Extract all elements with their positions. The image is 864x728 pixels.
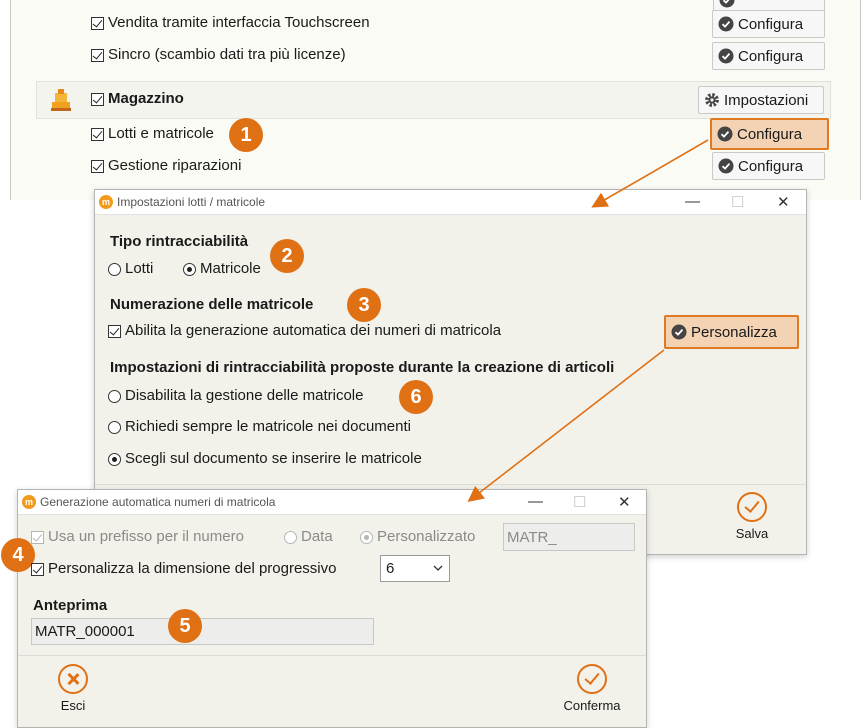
- exit-button[interactable]: Esci: [48, 664, 98, 713]
- sync-configure-label: Configura: [738, 47, 804, 65]
- confirm-check-icon: [577, 664, 607, 694]
- dialog-titlebar: m Generazione automatica numeri di matri…: [18, 490, 646, 515]
- step-badge-6: 6: [399, 380, 433, 414]
- check-circle-icon: [718, 16, 734, 32]
- close-icon[interactable]: ✕: [777, 193, 790, 211]
- check-circle-icon: [717, 126, 733, 142]
- save-check-icon: [737, 492, 767, 522]
- touchscreen-label: Vendita tramite interfaccia Touchscreen: [108, 14, 370, 31]
- sync-checkbox[interactable]: [91, 49, 104, 62]
- minimize-icon[interactable]: —: [685, 193, 700, 210]
- warehouse-label: Magazzino: [108, 90, 184, 107]
- progressive-size-select[interactable]: 6: [380, 555, 450, 582]
- check-circle-icon: [718, 158, 734, 174]
- step-badge-1: 1: [229, 118, 263, 152]
- check-circle-icon: [671, 324, 687, 340]
- lots-serials-label: Lotti e matricole: [108, 125, 214, 142]
- prefix-checkbox[interactable]: [31, 531, 44, 544]
- serial-generation-dialog: m Generazione automatica numeri di matri…: [1, 489, 647, 728]
- app-logo-icon: m: [99, 195, 113, 209]
- close-icon[interactable]: ✕: [618, 493, 631, 511]
- serials-radio-label: Matricole: [200, 260, 261, 277]
- confirm-button[interactable]: Conferma: [555, 664, 629, 713]
- serials-radio[interactable]: [183, 263, 196, 276]
- warehouse-settings-label: Impostazioni: [724, 91, 809, 109]
- check-circle-icon: [718, 48, 734, 64]
- lots-serials-configure-button[interactable]: Configura: [710, 118, 829, 150]
- step-badge-5: 5: [168, 609, 202, 643]
- exit-label: Esci: [60, 698, 86, 713]
- app-logo-icon: m: [22, 495, 36, 509]
- footer-divider: [18, 655, 646, 656]
- custom-radio[interactable]: [360, 531, 373, 544]
- lots-radio[interactable]: [108, 263, 121, 276]
- preview-value: MATR_000001: [35, 623, 135, 640]
- dialog-titlebar: m Impostazioni lotti / matricole — ☐ ✕: [95, 190, 806, 215]
- touchscreen-configure-button[interactable]: Configura: [712, 10, 825, 38]
- sync-label: Sincro (scambio dati tra più licenze): [108, 46, 346, 63]
- personalize-button[interactable]: Personalizza: [664, 315, 799, 349]
- proposed-settings-heading: Impostazioni di rintracciabilità propost…: [110, 359, 615, 376]
- sync-configure-button[interactable]: Configura: [712, 42, 825, 70]
- always-require-radio[interactable]: [108, 421, 121, 434]
- gear-icon: [704, 92, 720, 108]
- preview-heading: Anteprima: [33, 597, 108, 614]
- progressive-size-label: Personalizza la dimensione del progressi…: [48, 560, 337, 577]
- personalize-label: Personalizza: [691, 323, 777, 341]
- x-circle-icon: [58, 664, 88, 694]
- prefix-input[interactable]: MATR_: [503, 523, 635, 551]
- progressive-size-checkbox[interactable]: [31, 563, 44, 576]
- touchscreen-configure-label: Configura: [738, 15, 804, 33]
- confirm-label: Conferma: [563, 698, 621, 713]
- dialog-title: Impostazioni lotti / matricole: [117, 195, 266, 209]
- repairs-label: Gestione riparazioni: [108, 157, 242, 174]
- disable-serials-radio[interactable]: [108, 390, 121, 403]
- preview-field: MATR_000001: [31, 618, 374, 645]
- choose-on-document-radio[interactable]: [108, 453, 121, 466]
- save-label: Salva: [735, 526, 769, 541]
- save-button[interactable]: Salva: [727, 492, 777, 541]
- step-badge-3: 3: [347, 288, 381, 322]
- tracking-type-heading: Tipo rintracciabilità: [110, 233, 249, 250]
- repairs-configure-label: Configura: [738, 157, 804, 175]
- warehouse-settings-button[interactable]: Impostazioni: [698, 86, 824, 114]
- maximize-icon: ☐: [731, 194, 745, 211]
- serial-numbering-heading: Numerazione delle matricole: [110, 296, 314, 313]
- lots-radio-label: Lotti: [125, 260, 154, 277]
- custom-radio-label: Personalizzato: [377, 528, 476, 545]
- warehouse-checkbox[interactable]: [91, 93, 104, 106]
- auto-generation-checkbox[interactable]: [108, 325, 121, 338]
- chevron-down-icon: [433, 561, 443, 579]
- repairs-configure-button[interactable]: Configura: [712, 152, 825, 180]
- lots-serials-checkbox[interactable]: [91, 128, 104, 141]
- date-radio[interactable]: [284, 531, 297, 544]
- dialog-title: Generazione automatica numeri di matrico…: [40, 495, 276, 509]
- maximize-icon: ☐: [573, 494, 587, 511]
- prefix-value: MATR_: [507, 528, 557, 546]
- check-circle-icon: [719, 0, 735, 8]
- progressive-size-value: 6: [386, 560, 395, 577]
- minimize-icon[interactable]: —: [528, 493, 543, 510]
- repairs-checkbox[interactable]: [91, 160, 104, 173]
- prefix-label: Usa un prefisso per il numero: [48, 528, 244, 545]
- choose-on-document-label: Scegli sul documento se inserire le matr…: [125, 450, 422, 467]
- date-radio-label: Data: [301, 528, 333, 545]
- auto-generation-label: Abilita la generazione automatica dei nu…: [125, 322, 502, 339]
- lots-serials-configure-label: Configura: [737, 125, 803, 143]
- footer-divider: [95, 484, 806, 485]
- step-badge-4: 4: [1, 538, 35, 572]
- warehouse-icon: [49, 88, 73, 116]
- always-require-label: Richiedi sempre le matricole nei documen…: [125, 418, 411, 435]
- disable-serials-label: Disabilita la gestione delle matricole: [125, 387, 364, 404]
- step-badge-2: 2: [270, 239, 304, 273]
- touchscreen-checkbox[interactable]: [91, 17, 104, 30]
